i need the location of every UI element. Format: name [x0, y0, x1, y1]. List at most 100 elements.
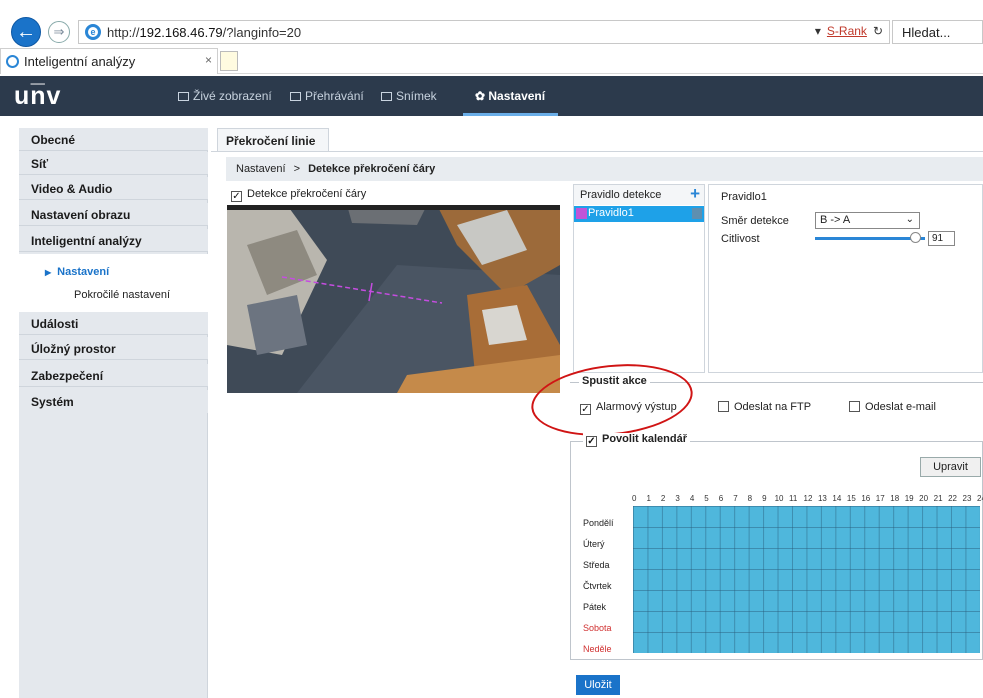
sensitivity-label: Citlivost	[721, 233, 760, 245]
rule-item[interactable]: Pravidlo1	[574, 206, 704, 222]
hour-label: 23	[962, 494, 972, 503]
hour-label: 9	[762, 494, 767, 503]
sidebar-item-storage[interactable]: Úložný prostor	[19, 337, 208, 360]
action-alarm-output[interactable]: ✓ Alarmový výstup	[580, 401, 677, 415]
action-send-ftp[interactable]: Odeslat na FTP	[718, 401, 811, 413]
image-icon	[381, 92, 392, 101]
day-label: Pátek	[583, 602, 607, 612]
back-arrow-icon[interactable]: ←	[11, 17, 41, 47]
search-input[interactable]: Hledat...	[892, 20, 983, 44]
sidebar-item-network[interactable]: Síť	[19, 152, 208, 175]
hour-label: 3	[675, 494, 680, 503]
add-rule-icon[interactable]: +	[690, 184, 700, 204]
hour-label: 20	[919, 494, 929, 503]
hour-label: 0	[632, 494, 637, 503]
action-send-email[interactable]: Odeslat e-mail	[849, 401, 936, 413]
hour-label: 19	[904, 494, 914, 503]
forward-arrow-icon[interactable]: ⇒	[48, 21, 70, 43]
sidebar-sub-advanced[interactable]: Pokročilé nastavení	[19, 289, 208, 301]
sidebar-submenu: ▶ Nastavení Pokročilé nastavení	[19, 254, 208, 312]
direction-label: Směr detekce	[721, 215, 789, 227]
hour-label: 15	[846, 494, 856, 503]
rule-detail-title: Pravidlo1	[721, 191, 767, 203]
dropdown-icon[interactable]: ▾	[815, 24, 821, 38]
close-icon[interactable]: ×	[205, 53, 212, 67]
trigger-actions: Spustit akce ✓ Alarmový výstup Odeslat na…	[570, 375, 983, 426]
browser-tab[interactable]: Inteligentní analýzy ×	[0, 48, 218, 74]
hour-label: 21	[933, 494, 943, 503]
sidebar-item-video-audio[interactable]: Video & Audio	[19, 177, 208, 200]
save-button[interactable]: Uložit	[576, 675, 620, 695]
hour-label: 10	[774, 494, 784, 503]
sidebar-item-general[interactable]: Obecné	[19, 128, 208, 151]
hour-label: 16	[861, 494, 871, 503]
srank-link[interactable]: S-Rank	[827, 24, 867, 38]
alarm-output-checkbox[interactable]: ✓	[580, 404, 591, 415]
chevron-down-icon: ⌄	[905, 214, 914, 225]
address-url[interactable]: http://192.168.46.79/?langinfo=20	[107, 25, 301, 40]
hour-label: 12	[803, 494, 813, 503]
day-label: Pondělí	[583, 518, 614, 528]
breadcrumb: Nastavení > Detekce překročení čáry	[226, 157, 983, 181]
hour-label: 1	[646, 494, 651, 503]
hour-label: 2	[660, 494, 666, 503]
hour-label: 14	[832, 494, 842, 503]
menu-settings[interactable]: ✿ Nastavení	[475, 89, 545, 103]
hour-label: 24	[977, 494, 983, 503]
tab-title: Inteligentní analýzy	[24, 54, 136, 69]
rule-detail-panel: Pravidlo1 Směr detekce B -> A ⌄ Citlivost…	[708, 184, 983, 373]
menu-live-view[interactable]: Živé zobrazení	[178, 89, 272, 103]
edit-schedule-button[interactable]: Upravit	[920, 457, 981, 477]
enable-calendar-checkbox[interactable]: ✓	[586, 436, 597, 447]
day-label-weekend: Sobota	[583, 623, 612, 633]
enable-detection[interactable]: ✓ Detekce překročení čáry	[231, 188, 366, 202]
menu-playback[interactable]: Přehrávání	[290, 89, 364, 103]
day-label: Středa	[583, 560, 610, 570]
camera-frame-image	[227, 205, 560, 393]
sensitivity-value-input[interactable]: 91	[928, 231, 955, 246]
hour-label: 18	[890, 494, 900, 503]
camera-preview[interactable]	[227, 205, 560, 393]
address-actions: ▾ S-Rank ↻	[815, 24, 883, 38]
detection-rule-list: Pravidlo detekce + Pravidlo1	[573, 184, 705, 373]
enable-detection-checkbox[interactable]: ✓	[231, 191, 242, 202]
breadcrumb-root[interactable]: Nastavení	[236, 163, 286, 175]
app-header: u​n̅v Živé zobrazení Přehrávání Snímek ✿…	[0, 76, 983, 116]
tab-line-crossing[interactable]: Překročení linie	[217, 128, 329, 152]
hour-label: 7	[733, 494, 738, 503]
hour-label: 11	[789, 494, 798, 503]
sensitivity-slider-handle[interactable]	[910, 232, 922, 243]
refresh-icon[interactable]: ↻	[873, 24, 883, 38]
app-window: ← ⇒ e http://192.168.46.79/?langinfo=20 …	[0, 0, 983, 698]
new-tab-icon[interactable]	[220, 51, 238, 71]
send-email-checkbox[interactable]	[849, 401, 860, 412]
rule-list-header: Pravidlo detekce +	[574, 184, 704, 205]
rule-handle-icon[interactable]	[692, 208, 702, 219]
main-panel: Překročení linie Nastavení > Detekce pře…	[211, 128, 983, 698]
sensitivity-slider[interactable]	[815, 237, 925, 240]
browser-tab-strip: Inteligentní analýzy ×	[0, 48, 983, 74]
day-label-weekend: Neděle	[583, 644, 612, 654]
hour-label: 6	[718, 494, 724, 503]
sidebar-item-security[interactable]: Zabezpečení	[19, 364, 208, 387]
day-label: Úterý	[583, 539, 605, 549]
menu-snapshot[interactable]: Snímek	[381, 89, 437, 103]
send-ftp-checkbox[interactable]	[718, 401, 729, 412]
ie-tab-icon	[6, 55, 19, 68]
sidebar-item-system[interactable]: Systém	[19, 390, 208, 413]
hour-label: 4	[689, 494, 695, 503]
tab-divider	[211, 151, 983, 152]
browser-toolbar: ← ⇒ e http://192.168.46.79/?langinfo=20 …	[0, 0, 983, 47]
active-menu-indicator	[463, 113, 558, 116]
ie-icon: e	[85, 24, 101, 40]
rule-color-swatch	[576, 208, 587, 219]
direction-select[interactable]: B -> A ⌄	[815, 212, 920, 229]
sidebar-item-image[interactable]: Nastavení obrazu	[19, 203, 208, 226]
sidebar-item-intelligent[interactable]: Inteligentní analýzy	[19, 229, 208, 252]
schedule-grid[interactable]	[633, 506, 980, 653]
film-icon	[290, 92, 301, 101]
address-bar[interactable]: e http://192.168.46.79/?langinfo=20 ▾ S-R…	[78, 20, 890, 44]
sidebar-sub-settings[interactable]: ▶ Nastavení	[19, 266, 208, 278]
sidebar-item-events[interactable]: Události	[19, 312, 208, 335]
enable-calendar[interactable]: ✓ Povolit kalendář	[583, 433, 690, 447]
